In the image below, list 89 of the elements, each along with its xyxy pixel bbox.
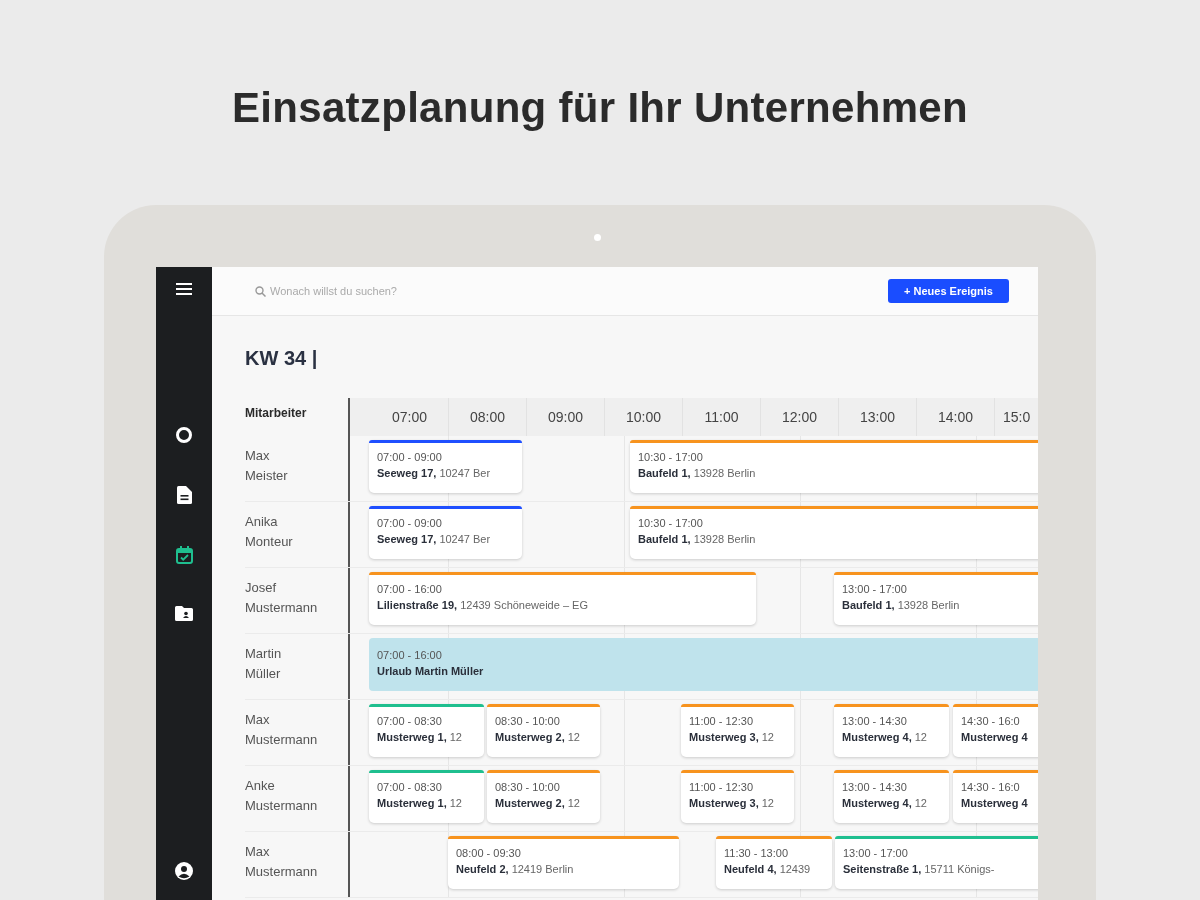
event-time: 07:00 - 16:00 (377, 582, 443, 597)
employee-name: Anke Mustermann (245, 777, 318, 815)
employee-name: Martin Müller (245, 645, 282, 683)
event-card[interactable]: 13:00 - 14:30 Musterweg 4, 12 (834, 704, 949, 757)
event-time: 13:00 - 14:30 (842, 714, 908, 729)
event-time: 10:30 - 17:00 (638, 516, 704, 531)
ring-icon[interactable] (175, 426, 193, 444)
event-time: 08:30 - 10:00 (495, 780, 561, 795)
event-card[interactable]: 10:30 - 17:00 Baufeld 1, 13928 Berlin (630, 506, 1038, 559)
event-card[interactable]: 11:30 - 13:00 Neufeld 4, 12439 (716, 836, 832, 889)
new-event-button[interactable]: + Neues Ereignis (888, 279, 1009, 303)
event-address: Musterweg 4 (961, 796, 1029, 811)
user-icon[interactable] (175, 862, 193, 880)
event-address: Musterweg 4 (961, 730, 1029, 745)
hour-label: 13:00 (859, 409, 895, 425)
event-address: Musterweg 1, 12 (377, 796, 463, 811)
employee-name: Josef Mustermann (245, 579, 318, 617)
search-field[interactable]: Wonach willst du suchen? (270, 285, 570, 297)
employee-name: Max Mustermann (245, 843, 318, 881)
event-time: 13:00 - 14:30 (842, 780, 908, 795)
event-card[interactable]: 07:00 - 09:00 Seeweg 17, 10247 Ber (369, 506, 522, 559)
event-address: Neufeld 2, 12419 Berlin (456, 862, 575, 877)
event-card[interactable]: 07:00 - 08:30 Musterweg 1, 12 (369, 770, 484, 823)
event-card[interactable]: 07:00 - 09:00 Seeweg 17, 10247 Ber (369, 440, 522, 493)
event-card[interactable]: 14:30 - 16:0 Musterweg 4 (953, 704, 1038, 757)
event-time: 08:00 - 09:30 (456, 846, 522, 861)
event-time: 07:00 - 16:00 (377, 648, 443, 663)
employee-name: Max Meister (245, 447, 288, 485)
hour-label: 14:00 (937, 409, 973, 425)
event-address: Musterweg 3, 12 (689, 796, 775, 811)
event-card[interactable]: 07:00 - 08:30 Musterweg 1, 12 (369, 704, 484, 757)
event-time: 11:00 - 12:30 (689, 780, 754, 795)
event-address: Baufeld 1, 13928 Berlin (638, 466, 757, 481)
hour-label: 10:00 (625, 409, 661, 425)
event-card[interactable]: 07:00 - 16:00 Lilienstraße 19, 12439 Schöneweide – EG (369, 572, 756, 625)
event-time: 11:00 - 12:30 (689, 714, 754, 729)
event-address: Musterweg 3, 12 (689, 730, 775, 745)
hour-label: 09:00 (547, 409, 583, 425)
event-card[interactable]: 14:30 - 16:0 Musterweg 4 (953, 770, 1038, 823)
tablet-camera (593, 234, 601, 241)
event-time: 07:00 - 09:00 (377, 516, 443, 531)
column-header: Mitarbeiter (245, 406, 307, 420)
event-time: 14:30 - 16:0 (961, 780, 1021, 795)
event-address: Seeweg 17, 10247 Ber (377, 532, 492, 547)
event-card[interactable]: 08:30 - 10:00 Musterweg 2, 12 (487, 770, 600, 823)
menu-icon[interactable] (176, 283, 192, 296)
event-time: 13:00 - 17:00 (843, 846, 909, 861)
employee-name: Anika Monteur (245, 513, 293, 551)
event-card[interactable]: 11:00 - 12:30 Musterweg 3, 12 (681, 770, 794, 823)
event-address: Baufeld 1, 13928 Berlin (842, 598, 961, 613)
hour-label: 15:0 (1003, 409, 1031, 425)
event-address: Musterweg 4, 12 (842, 796, 928, 811)
event-time: 07:00 - 08:30 (377, 714, 443, 729)
week-title: KW 34 | (245, 346, 319, 370)
event-address: Musterweg 2, 12 (495, 796, 581, 811)
event-address: Baufeld 1, 13928 Berlin (638, 532, 757, 547)
folder-icon[interactable] (175, 606, 193, 621)
event-address: Musterweg 2, 12 (495, 730, 581, 745)
event-time: 07:00 - 09:00 (377, 450, 443, 465)
event-address: Neufeld 4, 12439 (724, 862, 812, 877)
hour-label: 12:00 (781, 409, 817, 425)
hour-label: 07:00 (391, 409, 427, 425)
calendar-icon[interactable] (175, 546, 193, 564)
event-time: 13:00 - 17:00 (842, 582, 908, 597)
hour-label: 11:00 (704, 409, 739, 425)
event-card[interactable]: 10:30 - 17:00 Baufeld 1, 13928 Berlin (630, 440, 1038, 493)
event-address: Lilienstraße 19, 12439 Schöneweide – EG (377, 598, 589, 613)
event-card[interactable]: 13:00 - 17:00 Seitenstraße 1, 15711 Königs- (835, 836, 1038, 889)
event-address: Musterweg 1, 12 (377, 730, 463, 745)
event-time: 07:00 - 08:30 (377, 780, 443, 795)
event-time: 14:30 - 16:0 (961, 714, 1021, 729)
event-address: Seitenstraße 1, 15711 Königs- (843, 862, 996, 877)
headline: Einsatzplanung für Ihr Unternehmen (232, 83, 968, 133)
event-card[interactable]: 13:00 - 14:30 Musterweg 4, 12 (834, 770, 949, 823)
event-time: 10:30 - 17:00 (638, 450, 704, 465)
event-card[interactable]: 08:00 - 09:30 Neufeld 2, 12419 Berlin (448, 836, 679, 889)
event-time: 11:30 - 13:00 (724, 846, 789, 861)
search-icon (255, 285, 266, 297)
event-card[interactable]: 08:30 - 10:00 Musterweg 2, 12 (487, 704, 600, 757)
event-card[interactable]: 11:00 - 12:30 Musterweg 3, 12 (681, 704, 794, 757)
event-time: 08:30 - 10:00 (495, 714, 561, 729)
event-address: Musterweg 4, 12 (842, 730, 928, 745)
hour-label: 08:00 (469, 409, 505, 425)
event-card[interactable]: 13:00 - 17:00 Baufeld 1, 13928 Berlin (834, 572, 1038, 625)
absence-card[interactable]: 07:00 - 16:00 Urlaub Martin Müller (369, 638, 1038, 691)
employee-name: Max Mustermann (245, 711, 318, 749)
document-icon[interactable] (176, 486, 192, 504)
event-title: Urlaub Martin Müller (377, 664, 485, 679)
event-address: Seeweg 17, 10247 Ber (377, 466, 492, 481)
